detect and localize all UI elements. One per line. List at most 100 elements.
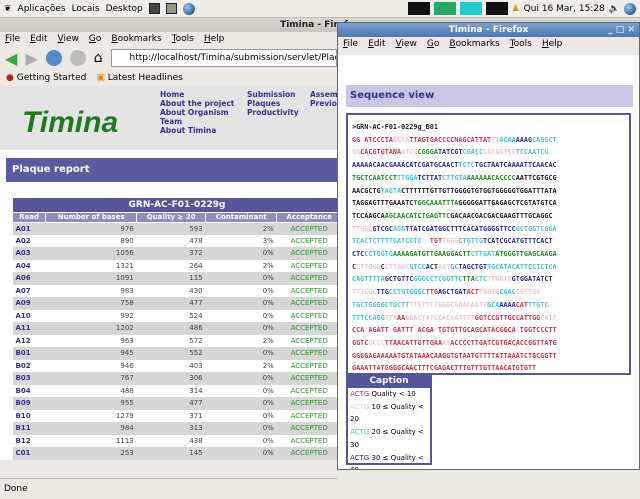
bookmark-getting-started[interactable]: ● Getting Started: [6, 73, 86, 83]
read-link[interactable]: B03: [12, 372, 46, 385]
volume-icon[interactable]: 🔈: [609, 4, 620, 14]
home-button[interactable]: ⌂: [94, 50, 103, 66]
nav-about-organism[interactable]: About Organism: [160, 108, 234, 117]
read-link[interactable]: A02: [13, 235, 46, 248]
menu-places[interactable]: Locais: [72, 4, 100, 14]
nav-submission[interactable]: Submission: [247, 90, 299, 99]
table-row: A01 976 593 2% ACCEPTED: [12, 222, 342, 235]
sequence-segment: TGGCAAATTTA: [413, 199, 459, 208]
menu-go[interactable]: Go: [89, 32, 102, 46]
caption-row: ACTG 10 ≤ Quality < 20: [348, 401, 430, 426]
stop-button[interactable]: [69, 50, 86, 66]
menu-help[interactable]: Help: [204, 32, 225, 46]
terminal-launcher-icon[interactable]: [148, 3, 160, 14]
sequence-segment: CCTGGTG: [364, 250, 393, 259]
nav-team[interactable]: Team: [160, 117, 234, 126]
minimize-button[interactable]: _: [608, 25, 613, 35]
sequence-segment: CCA AGATT GATTT ACGA TGTGTTGCAGCATACGGCA…: [352, 326, 557, 335]
site-logo[interactable]: Timina: [22, 106, 118, 140]
menu-applications[interactable]: Aplicações: [18, 4, 66, 14]
sequence-segment: GCTA: [392, 135, 410, 144]
editor-launcher-icon[interactable]: [165, 3, 177, 14]
maximize-button[interactable]: □: [616, 25, 625, 35]
menu-bookmarks[interactable]: Bookmarks: [449, 37, 499, 51]
nav-productivity[interactable]: Productivity: [247, 108, 299, 117]
sequence-line: GGGGAGAAAAATGTATAAACAAGGTGTAATGTTTTATTAA…: [352, 350, 625, 363]
read-link[interactable]: B12: [13, 435, 46, 448]
read-link[interactable]: A06: [12, 272, 46, 285]
sequence-segment: GG: [352, 148, 361, 157]
nav-plaques[interactable]: Plaques: [247, 99, 299, 108]
menu-go[interactable]: Go: [427, 37, 440, 51]
menu-bookmarks[interactable]: Bookmarks: [111, 32, 161, 46]
read-link[interactable]: A07: [13, 285, 46, 298]
read-link[interactable]: B04: [13, 385, 46, 398]
read-link[interactable]: A12: [13, 335, 46, 348]
sequence-line: CAGTTTTAGCTGTTCGGGCCTCGGTTCTTACTCTTGGTGG…: [352, 273, 625, 286]
acceptance-cell: ACCEPTED: [276, 347, 342, 360]
sequence-segment: GAAATTATGGGGCAACTTTCGAGACTTTGTTTGTTAACAT…: [352, 364, 537, 373]
menu-help[interactable]: Help: [542, 37, 563, 51]
read-link[interactable]: B01: [12, 347, 46, 360]
contaminant-cell: 0%: [262, 311, 274, 320]
read-link[interactable]: A01: [12, 222, 46, 235]
read-link[interactable]: A11: [12, 322, 46, 335]
url-input[interactable]: http://localhost/Timina/submission/servl…: [110, 49, 337, 67]
menu-view[interactable]: View: [396, 37, 417, 51]
menu-file[interactable]: File: [5, 32, 20, 46]
close-button[interactable]: ✕: [627, 25, 635, 35]
read-link[interactable]: B02: [13, 360, 46, 373]
popup-title: Timina - Firefox: [448, 25, 529, 35]
sequence-segment: TCCAATCG: [515, 148, 549, 157]
forward-button[interactable]: ▶: [25, 49, 37, 68]
sequence-segment: GGGCCTCGGTTC: [413, 275, 463, 284]
menu-file[interactable]: File: [343, 37, 358, 51]
sequence-segment: AACGCTG: [352, 186, 381, 195]
gnome-foot-icon[interactable]: ❦: [4, 4, 12, 14]
read-link[interactable]: A03: [12, 247, 46, 260]
bookmark-latest-headlines[interactable]: ▣ Latest Headlines: [96, 73, 183, 83]
menu-view[interactable]: View: [58, 32, 79, 46]
menu-tools[interactable]: Tools: [172, 32, 194, 46]
reload-button[interactable]: [45, 50, 62, 66]
sequence-segment: GCTGGTCGGA: [515, 224, 557, 233]
caption-sample: ACTG: [350, 390, 370, 398]
nav-about-project[interactable]: About the project: [160, 99, 234, 108]
table-row: A10 992 524 0% ACCEPTED: [13, 310, 342, 323]
table-row: B09 955 477 0% ACCEPTED: [12, 397, 342, 410]
read-link[interactable]: B11: [12, 422, 46, 435]
nav-about-timina[interactable]: About Timina: [160, 126, 234, 135]
read-link[interactable]: B09: [12, 397, 46, 410]
sequence-segment: ATGGGTTGAGCAAGA: [495, 250, 557, 259]
menu-edit[interactable]: Edit: [30, 32, 47, 46]
sequence-segment: CTGTTG: [458, 237, 483, 246]
sequence-segment: TTAACATTGTTGAA: [384, 338, 443, 347]
read-link[interactable]: A04: [13, 260, 46, 273]
table-row: A07 983 430 0% ACCEPTED: [13, 285, 342, 298]
nav-home[interactable]: Home: [160, 90, 234, 99]
browser-launcher-icon[interactable]: [182, 2, 195, 15]
clock[interactable]: Qui 16 Mar, 15:28: [524, 4, 605, 14]
read-link[interactable]: C01: [12, 447, 46, 460]
back-button[interactable]: ◀: [5, 49, 17, 68]
quality-cell: 477: [136, 397, 206, 410]
read-link[interactable]: A09: [12, 297, 46, 310]
acceptance-cell: ACCEPTED: [290, 411, 328, 420]
popup-title-bar[interactable]: Timina - Firefox _ □ ✕: [338, 23, 639, 37]
table-row: B03 767 306 0% ACCEPTED: [12, 372, 342, 385]
quality-cell: 430: [189, 286, 203, 295]
column-header: Acceptance: [276, 211, 342, 223]
sequence-line: CTCCCTGGTGAAAAGATGTTGAAGGACTTCTTGATATGGG…: [352, 248, 625, 261]
network-icon[interactable]: [624, 2, 636, 15]
sequence-segment: GTGGATATCT: [511, 275, 553, 284]
bases-cell: 1321: [115, 261, 134, 270]
user-icon[interactable]: ♟: [512, 4, 520, 14]
menu-desktop[interactable]: Desktop: [106, 4, 143, 14]
sequence-segment: TCTTAT: [417, 173, 443, 182]
menu-tools[interactable]: Tools: [510, 37, 532, 51]
sequence-box: >GRN-AC-F01-0229g_B01 GG ATCCCTAGCTATTAGT…: [346, 113, 631, 375]
menu-edit[interactable]: Edit: [368, 37, 385, 51]
read-link[interactable]: A10: [13, 310, 46, 323]
read-link[interactable]: B10: [13, 410, 46, 423]
sequence-segment: GTGTANA: [372, 148, 402, 157]
